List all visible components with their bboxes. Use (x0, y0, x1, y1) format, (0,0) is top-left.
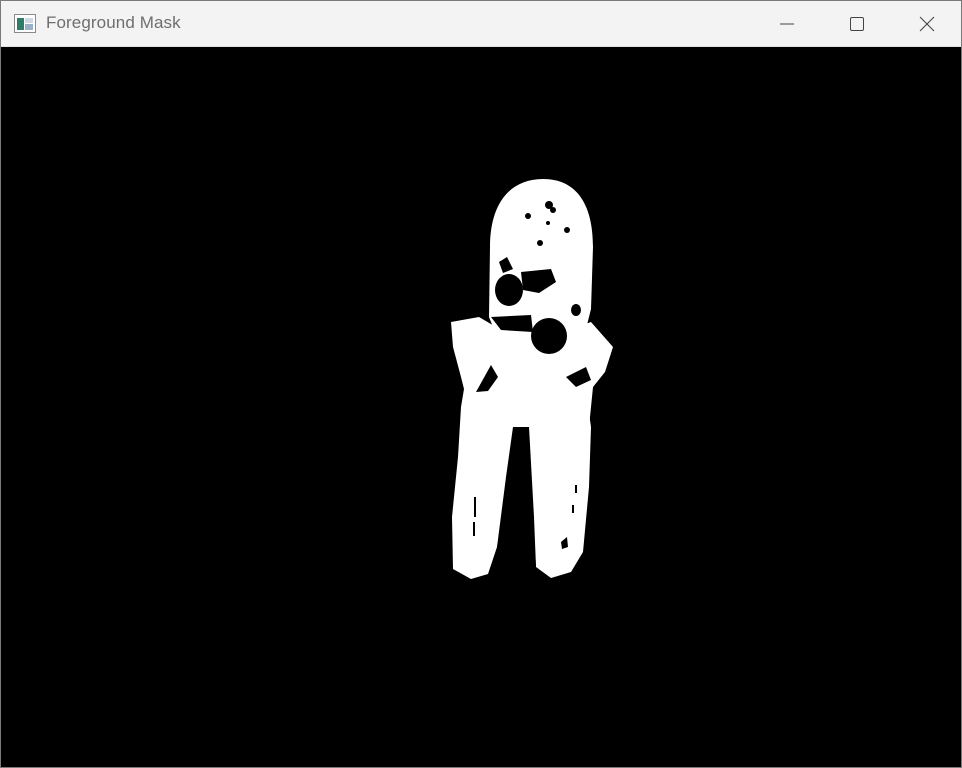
close-icon (919, 16, 935, 32)
window-title: Foreground Mask (46, 13, 181, 32)
maximize-icon (849, 16, 865, 32)
app-icon (14, 14, 36, 33)
maximize-button[interactable] (822, 1, 892, 47)
app-window: Foreground Mask (0, 0, 962, 768)
mask-canvas (1, 47, 961, 767)
minimize-button[interactable] (752, 1, 822, 47)
close-button[interactable] (892, 1, 961, 47)
title-bar[interactable]: Foreground Mask (1, 1, 961, 47)
minimize-icon (779, 16, 795, 32)
foreground-mask-image (1, 47, 961, 767)
